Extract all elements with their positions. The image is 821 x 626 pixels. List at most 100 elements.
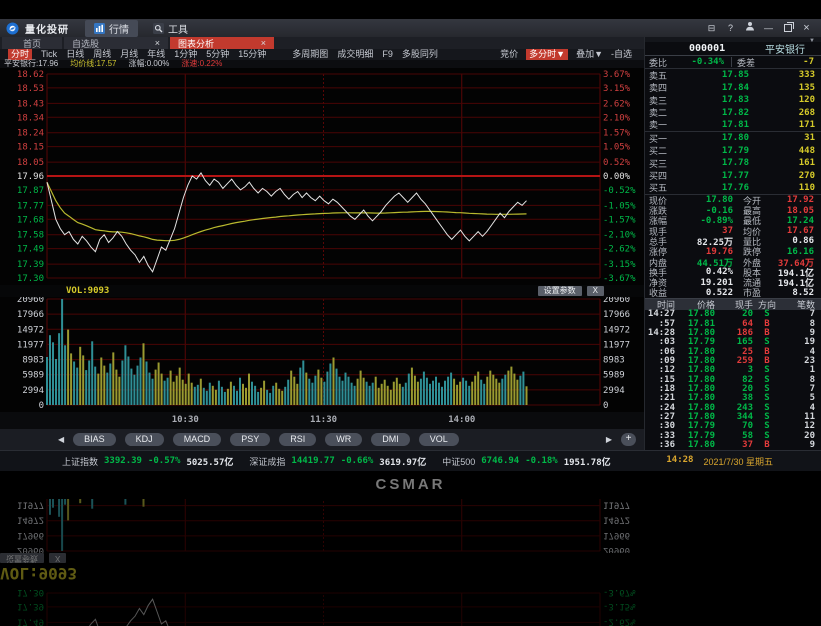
- view-F9[interactable]: F9: [382, 49, 393, 60]
- bid-row[interactable]: 买四17.77270: [645, 169, 821, 181]
- view-buttons: 多周期图成交明细 F9 多股同列: [292, 49, 438, 60]
- tab-自选股[interactable]: 自选股 ×: [64, 37, 168, 49]
- index-value: 6746.94: [481, 456, 519, 466]
- settings-params-button[interactable]: 设置参数: [538, 286, 582, 296]
- view-多周期图[interactable]: 多周期图: [292, 49, 328, 60]
- quote-panel: ▼ 000001 平安银行 委比 -0.34% 委差 -7 卖五17.85333…: [645, 37, 821, 450]
- trade-row[interactable]: :2117.8038S5: [645, 394, 821, 403]
- index-pct: -0.57%: [148, 456, 181, 466]
- stock-price-label: 平安银行:17.96: [4, 60, 58, 68]
- index-amount: 3619.97亿: [379, 455, 426, 468]
- restore-icon[interactable]: [779, 21, 796, 35]
- bid-row[interactable]: 买五17.76110: [645, 182, 821, 194]
- tool-叠加▼[interactable]: 叠加▼: [576, 49, 603, 60]
- tab-close-icon[interactable]: ×: [155, 38, 160, 48]
- indicator-wr[interactable]: WR: [325, 433, 362, 446]
- menu-tools[interactable]: 工具: [144, 20, 197, 37]
- trade-direction: B: [753, 441, 781, 450]
- view-多股同列[interactable]: 多股同列: [402, 49, 438, 60]
- volume-chart[interactable]: 2096020960179661796614972149721197711977…: [0, 297, 644, 412]
- trade-row[interactable]: :0317.79165S19: [645, 338, 821, 347]
- index-name: 上证指数: [62, 455, 98, 468]
- level-label: 卖二: [649, 106, 675, 119]
- index-中证500[interactable]: 中证5006746.94-0.18%1951.78亿: [442, 455, 610, 468]
- detail-value: 0.522: [675, 288, 733, 298]
- user-icon[interactable]: [741, 21, 758, 35]
- close-params-button[interactable]: X: [587, 286, 604, 296]
- trade-count: 8: [781, 376, 821, 385]
- period-15分钟[interactable]: 15分钟: [238, 49, 266, 60]
- svg-text:17.96: 17.96: [17, 172, 44, 182]
- trade-price: 17.80: [675, 441, 715, 450]
- svg-text:1.05%: 1.05%: [603, 143, 631, 153]
- window-controls: ⊟ ? — ×: [703, 21, 815, 35]
- intraday-price-chart[interactable]: 18.623.67%18.533.15%18.432.62%18.342.10%…: [0, 68, 644, 285]
- indicator-pills: BIAS KDJ MACD PSY RSI WR DMI VOL: [73, 433, 459, 446]
- tool--自选[interactable]: -自选: [611, 49, 632, 60]
- scroll-right-icon[interactable]: ▶: [606, 435, 612, 444]
- indicator-kdj[interactable]: KDJ: [125, 433, 164, 446]
- svg-text:2.62%: 2.62%: [603, 99, 631, 109]
- ask-row[interactable]: 卖一17.81171: [645, 119, 821, 131]
- speed-label: 涨速:0.22%: [181, 60, 222, 68]
- trade-count: 20: [781, 432, 821, 441]
- bid-row[interactable]: 买一17.8031: [645, 132, 821, 144]
- trade-row[interactable]: :3017.7970S12: [645, 422, 821, 431]
- trade-row[interactable]: :1217.803S1: [645, 366, 821, 375]
- trade-count: 1: [781, 366, 821, 375]
- ask-row[interactable]: 卖三17.83120: [645, 94, 821, 106]
- index-name: 深证成指: [249, 455, 285, 468]
- trade-price: 17.79: [675, 422, 715, 431]
- level-price: 17.83: [675, 95, 771, 105]
- indicator-macd[interactable]: MACD: [173, 433, 222, 446]
- level-label: 卖五: [649, 69, 675, 82]
- indicator-vol[interactable]: VOL: [419, 433, 459, 446]
- svg-text:3.15%: 3.15%: [603, 84, 631, 94]
- help-icon[interactable]: ?: [722, 21, 739, 35]
- trade-row[interactable]: :3617.8037B9: [645, 441, 821, 450]
- tab-close-icon[interactable]: ×: [261, 38, 266, 48]
- trade-direction: S: [753, 366, 781, 375]
- trade-row[interactable]: 14:2717.8020S7: [645, 310, 821, 319]
- svg-text:5989: 5989: [603, 371, 625, 381]
- add-indicator-button[interactable]: +: [621, 433, 636, 446]
- ask-row[interactable]: 卖五17.85333: [645, 69, 821, 81]
- tab-图表分析[interactable]: 图表分析×: [170, 37, 274, 49]
- index-上证指数[interactable]: 上证指数3392.39-0.57%5025.57亿: [62, 455, 233, 468]
- menu-quotes[interactable]: 行情: [85, 20, 138, 37]
- tool-竞价[interactable]: 竞价: [500, 49, 518, 60]
- stock-details: 现价17.80今开17.92涨跌-0.16最高18.05涨幅-0.89%最低17…: [645, 195, 821, 298]
- close-icon[interactable]: ×: [798, 21, 815, 35]
- level-volume: 448: [771, 146, 817, 156]
- tab-label: 自选股: [72, 37, 99, 50]
- indicator-bias[interactable]: BIAS: [73, 433, 116, 446]
- trade-count: 12: [781, 422, 821, 431]
- bid-row[interactable]: 买三17.78161: [645, 157, 821, 169]
- index-深证成指[interactable]: 深证成指14419.77-0.66%3619.97亿: [249, 455, 426, 468]
- svg-text:17.30: 17.30: [17, 587, 44, 597]
- indicator-psy[interactable]: PSY: [230, 433, 270, 446]
- weicha-value: -7: [763, 57, 817, 67]
- trade-direction: S: [753, 422, 781, 431]
- tool-多分时▼[interactable]: 多分时▼: [526, 49, 568, 60]
- panel-toggle-icon[interactable]: ⊟: [703, 21, 720, 35]
- tab-首页[interactable]: 首页: [2, 37, 62, 49]
- svg-text:0.52%: 0.52%: [603, 158, 631, 168]
- ask-row[interactable]: 卖四17.84135: [645, 82, 821, 94]
- panel-dropdown-icon[interactable]: ▼: [809, 38, 815, 45]
- ask-row[interactable]: 卖二17.82268: [645, 106, 821, 118]
- indicator-rsi[interactable]: RSI: [279, 433, 316, 446]
- bid-levels: 买一17.8031买二17.79448买三17.78161买四17.77270买…: [645, 132, 821, 195]
- indicator-dmi[interactable]: DMI: [371, 433, 410, 446]
- avg-line-label: 均价线:17.57: [70, 60, 116, 68]
- detail-value: -0.89%: [675, 216, 733, 226]
- svg-text:18.05: 18.05: [17, 158, 44, 168]
- view-成交明细[interactable]: 成交明细: [337, 49, 373, 60]
- vol-value-label: VOL:9093: [66, 285, 109, 297]
- minimize-icon[interactable]: —: [760, 21, 777, 35]
- scroll-left-icon[interactable]: ◀: [58, 435, 64, 444]
- level-volume: 270: [771, 171, 817, 181]
- level-price: 17.82: [675, 108, 771, 118]
- bid-row[interactable]: 买二17.79448: [645, 145, 821, 157]
- level-label: 卖一: [649, 118, 675, 131]
